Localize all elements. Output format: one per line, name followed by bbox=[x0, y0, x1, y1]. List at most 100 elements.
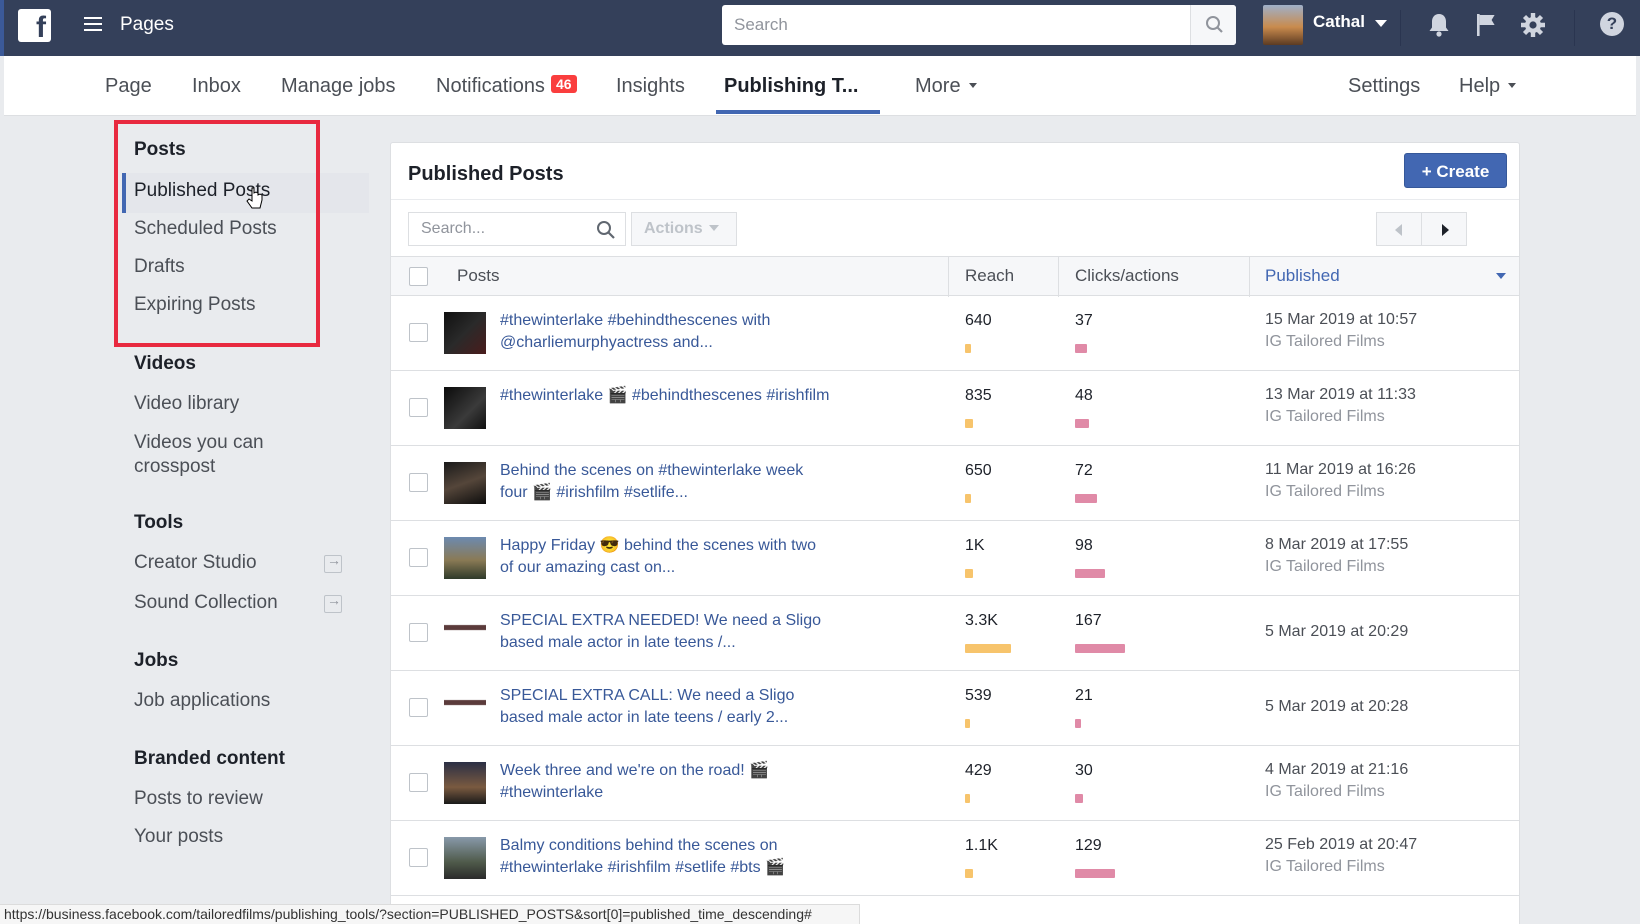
published-source: IG Tailored Films bbox=[1265, 483, 1385, 500]
menu-icon[interactable] bbox=[84, 17, 102, 31]
post-link[interactable]: SPECIAL EXTRA NEEDED! We need a Sligo ba… bbox=[500, 610, 830, 654]
sidebar-item-video-library[interactable]: Video library bbox=[134, 393, 239, 415]
pages-label[interactable]: Pages bbox=[120, 14, 174, 36]
row-checkbox[interactable] bbox=[409, 473, 428, 492]
table-row[interactable]: Behind the scenes on #thewinterlake week… bbox=[391, 446, 1519, 521]
post-thumbnail[interactable] bbox=[444, 537, 486, 579]
sidebar-item-your-posts[interactable]: Your posts bbox=[134, 826, 223, 848]
pointer-cursor-icon bbox=[246, 187, 263, 209]
reach-value: 835 bbox=[965, 387, 992, 404]
actions-dropdown[interactable]: Actions bbox=[631, 212, 737, 246]
post-thumbnail[interactable] bbox=[444, 462, 486, 504]
column-header-posts[interactable]: Posts bbox=[457, 266, 500, 286]
post-thumbnail[interactable] bbox=[444, 762, 486, 804]
table-row[interactable]: SPECIAL EXTRA NEEDED! We need a Sligo ba… bbox=[391, 596, 1519, 671]
search-icon bbox=[1206, 16, 1223, 33]
post-thumbnail[interactable] bbox=[444, 312, 486, 354]
flag-icon[interactable] bbox=[1471, 10, 1501, 40]
tab-notifications[interactable]: Notifications 46 bbox=[436, 75, 577, 98]
table-row[interactable]: Week three and we're on the road! 🎬 #the… bbox=[391, 746, 1519, 821]
post-thumbnail[interactable] bbox=[444, 612, 486, 654]
sidebar-item-creator-studio[interactable]: Creator Studio bbox=[134, 552, 257, 574]
row-checkbox[interactable] bbox=[409, 698, 428, 717]
row-checkbox[interactable] bbox=[409, 848, 428, 867]
tab-manage-jobs[interactable]: Manage jobs bbox=[281, 75, 396, 98]
published-source: IG Tailored Films bbox=[1265, 408, 1385, 425]
sidebar-heading-jobs: Jobs bbox=[134, 650, 179, 671]
table-row[interactable]: SPECIAL EXTRA CALL: We need a Sligo base… bbox=[391, 671, 1519, 746]
post-link[interactable]: #thewinterlake 🎬 #behindthescenes #irish… bbox=[500, 385, 830, 407]
column-header-published[interactable]: Published bbox=[1265, 266, 1340, 286]
external-link-icon[interactable] bbox=[324, 552, 342, 573]
bell-icon[interactable] bbox=[1424, 10, 1454, 40]
sidebar-item-sound-collection[interactable]: Sound Collection bbox=[134, 592, 278, 614]
tab-help[interactable]: Help bbox=[1459, 75, 1517, 98]
column-header-reach[interactable]: Reach bbox=[965, 266, 1014, 286]
tab-inbox[interactable]: Inbox bbox=[192, 75, 241, 98]
clicks-value: 48 bbox=[1075, 387, 1093, 404]
tab-settings[interactable]: Settings bbox=[1348, 75, 1420, 98]
table-row[interactable]: Happy Friday 😎 behind the scenes with tw… bbox=[391, 521, 1519, 596]
avatar[interactable] bbox=[1263, 5, 1303, 45]
column-header-clicks[interactable]: Clicks/actions bbox=[1075, 266, 1179, 286]
tab-more[interactable]: More bbox=[915, 75, 977, 98]
post-thumbnail[interactable] bbox=[444, 837, 486, 879]
tab-insights[interactable]: Insights bbox=[616, 75, 685, 98]
row-checkbox[interactable] bbox=[409, 548, 428, 567]
post-link[interactable]: Week three and we're on the road! 🎬 #the… bbox=[500, 760, 830, 804]
published-date: 13 Mar 2019 at 11:33 bbox=[1265, 386, 1416, 403]
posts-search-input[interactable] bbox=[409, 213, 589, 245]
row-checkbox[interactable] bbox=[409, 623, 428, 642]
sidebar-item-videos-crosspost[interactable]: Videos you can crosspost bbox=[134, 431, 304, 479]
clicks-bar bbox=[1075, 719, 1081, 728]
next-page-button[interactable] bbox=[1421, 212, 1467, 246]
published-date: 5 Mar 2019 at 20:28 bbox=[1265, 698, 1409, 715]
facebook-logo-icon[interactable]: f bbox=[18, 9, 51, 42]
row-checkbox[interactable] bbox=[409, 398, 428, 417]
reach-bar bbox=[965, 869, 973, 878]
top-search-box[interactable] bbox=[722, 5, 1236, 45]
clicks-value: 98 bbox=[1075, 537, 1093, 554]
page-title: Published Posts bbox=[408, 163, 564, 185]
tab-page[interactable]: Page bbox=[105, 75, 152, 98]
clicks-bar bbox=[1075, 494, 1097, 503]
post-thumbnail[interactable] bbox=[444, 687, 486, 729]
user-name[interactable]: Cathal bbox=[1313, 12, 1365, 32]
top-search-input[interactable] bbox=[722, 5, 1192, 45]
external-link-icon[interactable] bbox=[324, 592, 342, 613]
sidebar-item-posts-to-review[interactable]: Posts to review bbox=[134, 788, 263, 810]
post-link[interactable]: Happy Friday 😎 behind the scenes with tw… bbox=[500, 535, 830, 579]
clicks-bar bbox=[1075, 644, 1125, 653]
search-button[interactable] bbox=[1190, 5, 1236, 45]
post-link[interactable]: #thewinterlake #behindthescenes with @ch… bbox=[500, 310, 830, 354]
clicks-bar bbox=[1075, 419, 1089, 428]
table-row[interactable]: #thewinterlake #behindthescenes with @ch… bbox=[391, 296, 1519, 371]
previous-page-button[interactable] bbox=[1376, 212, 1422, 246]
reach-bar bbox=[965, 719, 970, 728]
sort-desc-icon[interactable] bbox=[1496, 273, 1506, 279]
post-link[interactable]: SPECIAL EXTRA CALL: We need a Sligo base… bbox=[500, 685, 830, 729]
sidebar: Posts Published Posts Scheduled Posts Dr… bbox=[4, 117, 384, 907]
table-row[interactable]: #thewinterlake 🎬 #behindthescenes #irish… bbox=[391, 371, 1519, 446]
tab-publishing-tools[interactable]: Publishing T... bbox=[724, 75, 858, 98]
sidebar-item-job-applications[interactable]: Job applications bbox=[134, 690, 270, 712]
table-row[interactable]: Balmy conditions behind the scenes on #t… bbox=[391, 821, 1519, 896]
row-checkbox[interactable] bbox=[409, 323, 428, 342]
create-button[interactable]: + Create bbox=[1404, 153, 1507, 188]
post-thumbnail[interactable] bbox=[444, 387, 486, 429]
chevron-down-icon[interactable] bbox=[1375, 20, 1387, 27]
select-all-checkbox[interactable] bbox=[409, 267, 428, 286]
clicks-value: 129 bbox=[1075, 837, 1102, 854]
published-date: 25 Feb 2019 at 20:47 bbox=[1265, 836, 1418, 853]
published-source: IG Tailored Films bbox=[1265, 558, 1385, 575]
help-icon[interactable]: ? bbox=[1600, 12, 1624, 36]
status-bar-url: https://business.facebook.com/tailoredfi… bbox=[0, 904, 860, 924]
page-tab-nav: Page Inbox Manage jobs Notifications 46 I… bbox=[4, 56, 1636, 116]
chevron-left-icon bbox=[1395, 224, 1402, 236]
post-link[interactable]: Balmy conditions behind the scenes on #t… bbox=[500, 835, 830, 879]
posts-search-box[interactable] bbox=[408, 212, 626, 246]
row-checkbox[interactable] bbox=[409, 773, 428, 792]
gear-icon[interactable] bbox=[1518, 10, 1548, 40]
post-link[interactable]: Behind the scenes on #thewinterlake week… bbox=[500, 460, 830, 504]
published-date: 4 Mar 2019 at 21:16 bbox=[1265, 761, 1409, 778]
